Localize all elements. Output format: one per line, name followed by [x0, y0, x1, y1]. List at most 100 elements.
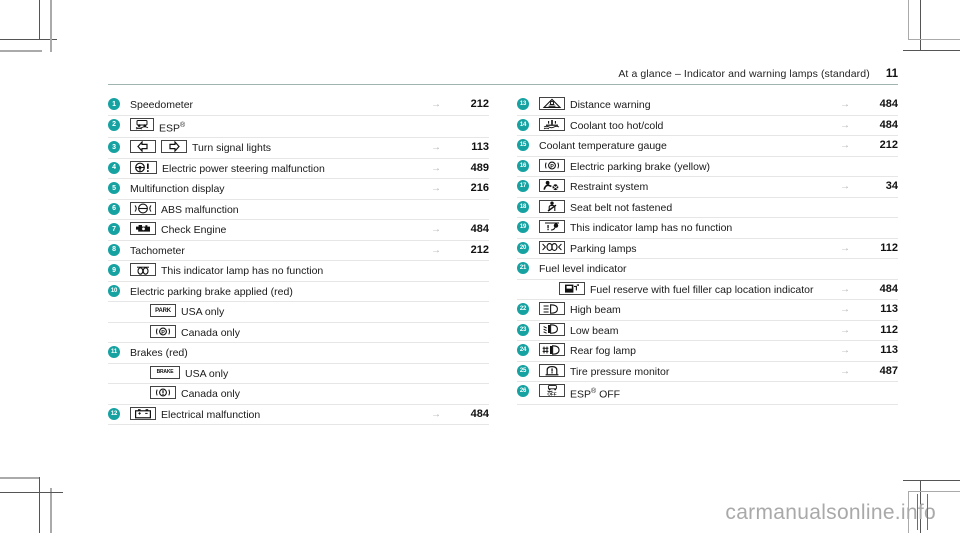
cross-reference-arrow-icon	[419, 263, 453, 265]
legend-row: 16 P Electric parking brake (yellow)	[517, 157, 898, 177]
cross-reference-page[interactable]: 112	[862, 323, 898, 336]
legend-badge-cell: 15	[517, 138, 539, 151]
legend-row: 12 Electrical malfunction → 484	[108, 405, 489, 425]
legend-label: Canada only	[181, 388, 240, 400]
cross-reference-arrow-icon: →	[840, 283, 850, 295]
cross-reference-page[interactable]	[453, 345, 489, 346]
cross-reference-page[interactable]	[862, 220, 898, 221]
legend-label: This indicator lamp has no function	[570, 222, 733, 234]
cross-reference-page[interactable]: 484	[862, 97, 898, 110]
legend-badge: 10	[108, 284, 120, 297]
legend-row: 15 Coolant temperature gauge → 212	[517, 136, 898, 157]
legend-row: P Canada only	[108, 323, 489, 343]
legend-body: P Electric parking brake (yellow)	[539, 158, 828, 174]
cross-reference-page[interactable]: 112	[862, 241, 898, 254]
legend-label: Rear fog lamp	[570, 345, 636, 357]
legend-label: Turn signal lights	[192, 142, 271, 154]
cross-reference-page[interactable]: 113	[862, 343, 898, 356]
cross-reference-arrow-icon: →	[840, 345, 850, 356]
distance-warning-icon	[539, 97, 565, 110]
legend-badge-cell: 7	[108, 222, 130, 235]
legend-row: 21 Fuel level indicator	[517, 259, 898, 280]
legend-body: Restraint system	[539, 179, 828, 194]
watermark-bar-2	[927, 494, 928, 530]
legend-badge: 9	[108, 264, 120, 276]
cross-reference-page[interactable]: 34	[862, 179, 898, 192]
legend-badge: 20	[517, 241, 529, 254]
legend-body: Coolant too hot/cold	[539, 117, 828, 133]
cross-reference-page[interactable]: 484	[453, 222, 489, 235]
legend-badge: 8	[108, 243, 120, 256]
site-watermark: carmanualsonline.info	[725, 501, 936, 524]
legend-label: Fuel reserve with fuel filler cap locati…	[590, 283, 814, 296]
excl-circle-icon	[150, 386, 176, 399]
legend-badge-cell: 3	[108, 140, 130, 153]
legend-body: Check Engine	[130, 222, 419, 237]
cross-reference-arrow-icon: →	[840, 119, 850, 131]
legend-badge: 13	[517, 98, 529, 110]
legend-row: 2 ESP®	[108, 116, 489, 138]
legend-label: Check Engine	[161, 224, 227, 236]
cross-reference-page[interactable]	[453, 118, 489, 119]
check-engine-icon	[130, 222, 156, 235]
legend-badge: 22	[517, 303, 529, 315]
cross-reference-arrow-icon	[419, 284, 453, 286]
rear-fog-icon	[539, 343, 565, 356]
cross-reference-page[interactable]	[453, 386, 489, 387]
seatbelt-icon	[539, 199, 565, 213]
legend-row: 4 Electric power steering malfunction → 489	[108, 159, 489, 179]
steering-icon	[130, 160, 157, 174]
legend-body: Fuel reserve with fuel filler cap locati…	[559, 281, 828, 297]
legend-badge-cell: 20	[517, 241, 539, 254]
high-beam-icon	[539, 302, 565, 315]
legend-body: ABS malfunction	[130, 201, 419, 217]
cross-reference-page[interactable]: 212	[453, 97, 489, 110]
legend-row: 24 Rear fog lamp → 113	[517, 341, 898, 362]
legend-row: Canada only	[108, 384, 489, 405]
cross-reference-page[interactable]: 113	[862, 302, 898, 315]
legend-badge-cell: 2	[108, 118, 130, 131]
cross-reference-page[interactable]: 216	[453, 181, 489, 194]
cross-reference-page[interactable]	[453, 263, 489, 264]
legend-badge: 23	[517, 323, 529, 336]
legend-row: PARK USA only	[108, 302, 489, 323]
svg-text:P: P	[161, 330, 165, 336]
legend-label: ESP® OFF	[570, 388, 621, 401]
page-header: At a glance – Indicator and warning lamp…	[108, 68, 898, 85]
cross-reference-page[interactable]	[862, 200, 898, 201]
legend-badge: 6	[108, 202, 120, 215]
cross-reference-page[interactable]	[862, 384, 898, 385]
tire-pressure-icon	[539, 363, 565, 377]
legend-badge-cell: 12	[108, 407, 130, 420]
legend-column-right: 13 Distance warning → 484 14 Coolant too hot/…	[517, 95, 898, 425]
cross-reference-page[interactable]: 489	[453, 161, 489, 174]
cross-reference-arrow-icon: →	[840, 304, 850, 315]
cross-reference-page[interactable]: 487	[862, 364, 898, 377]
legend-badge-cell: 16	[517, 159, 539, 172]
legend-label: Speedometer	[130, 99, 194, 111]
legend-label: Electric power steering malfunction	[162, 162, 325, 175]
cross-reference-page[interactable]: 484	[862, 282, 898, 295]
legend-label: Canada only	[181, 326, 240, 339]
legend-label: Distance warning	[570, 99, 651, 111]
cross-reference-page[interactable]	[453, 366, 489, 367]
coolant-temp-icon	[539, 117, 565, 131]
cross-reference-page[interactable]	[453, 202, 489, 203]
legend-badge-cell: 17	[517, 179, 539, 192]
esp-off-icon: OFF	[539, 384, 565, 397]
cross-reference-page[interactable]: 484	[862, 118, 898, 131]
cross-reference-page[interactable]	[453, 304, 489, 305]
cross-reference-page[interactable]: 484	[453, 407, 489, 420]
p-circle-icon: P	[150, 324, 176, 338]
cross-reference-page[interactable]: 113	[453, 140, 489, 153]
cross-reference-page[interactable]: 212	[453, 243, 489, 256]
cross-reference-page[interactable]: 212	[862, 138, 898, 151]
legend-body: Speedometer	[130, 97, 419, 112]
cross-reference-page[interactable]	[862, 261, 898, 262]
cross-reference-page[interactable]	[453, 325, 489, 326]
legend-row: 25 Tire pressure monitor → 487	[517, 362, 898, 382]
legend-body: BRAKE USA only	[150, 365, 419, 381]
cross-reference-page[interactable]	[453, 284, 489, 285]
cross-reference-page[interactable]	[862, 159, 898, 160]
cross-reference-arrow-icon: →	[431, 408, 441, 420]
